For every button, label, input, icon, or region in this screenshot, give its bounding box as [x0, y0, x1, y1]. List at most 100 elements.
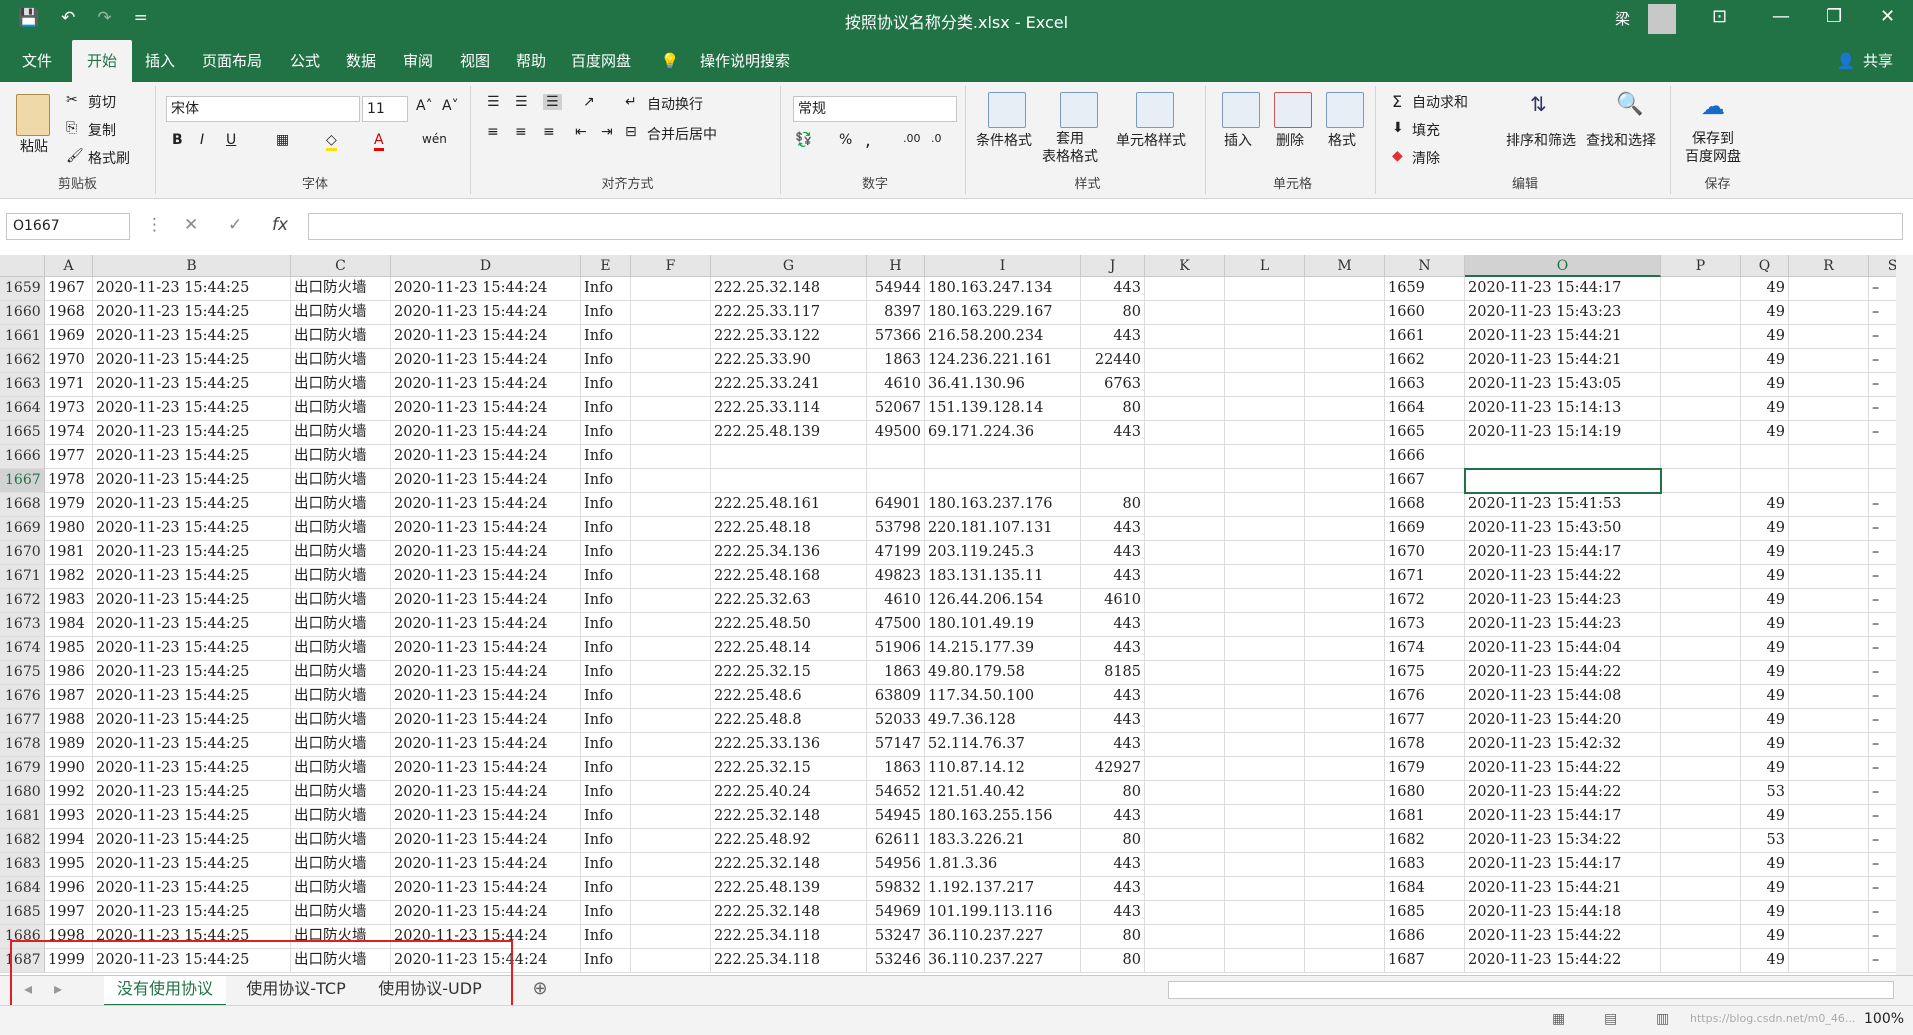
- cell-r[interactable]: [1789, 661, 1869, 685]
- cell-l[interactable]: [1225, 469, 1305, 493]
- cell-g[interactable]: 222.25.34.118: [711, 949, 867, 973]
- cell-q[interactable]: 49: [1741, 949, 1789, 973]
- column-header-p[interactable]: P: [1661, 255, 1741, 277]
- cell-e[interactable]: Info: [581, 589, 631, 613]
- cell-b[interactable]: 2020-11-23 15:44:25: [93, 781, 291, 805]
- cell-j[interactable]: 443: [1081, 517, 1145, 541]
- cell-b[interactable]: 2020-11-23 15:44:25: [93, 397, 291, 421]
- row-header[interactable]: 1684: [0, 877, 45, 901]
- cell-f[interactable]: [631, 397, 711, 421]
- cell-h[interactable]: 47500: [867, 613, 925, 637]
- cell-i[interactable]: 121.51.40.42: [925, 781, 1081, 805]
- cell-r[interactable]: [1789, 301, 1869, 325]
- cell-q[interactable]: 49: [1741, 517, 1789, 541]
- cell-n[interactable]: 1667: [1385, 469, 1465, 493]
- row-header[interactable]: 1679: [0, 757, 45, 781]
- cell-j[interactable]: 80: [1081, 925, 1145, 949]
- cell-i[interactable]: 183.3.226.21: [925, 829, 1081, 853]
- cell-k[interactable]: [1145, 661, 1225, 685]
- cell-b[interactable]: 2020-11-23 15:44:25: [93, 277, 291, 301]
- cell-a[interactable]: 1986: [45, 661, 93, 685]
- cell-f[interactable]: [631, 589, 711, 613]
- cell-a[interactable]: 1988: [45, 709, 93, 733]
- cell-g[interactable]: 222.25.48.92: [711, 829, 867, 853]
- cell-j[interactable]: 443: [1081, 733, 1145, 757]
- cell-l[interactable]: [1225, 613, 1305, 637]
- cell-j[interactable]: 4610: [1081, 589, 1145, 613]
- cell-i[interactable]: 180.101.49.19: [925, 613, 1081, 637]
- row-header[interactable]: 1680: [0, 781, 45, 805]
- cell-k[interactable]: [1145, 589, 1225, 613]
- cell-o[interactable]: 2020-11-23 15:44:22: [1465, 565, 1661, 589]
- cell-r[interactable]: [1789, 925, 1869, 949]
- cell-b[interactable]: 2020-11-23 15:44:25: [93, 757, 291, 781]
- cell-k[interactable]: [1145, 901, 1225, 925]
- cell-l[interactable]: [1225, 301, 1305, 325]
- cell-i[interactable]: 203.119.245.3: [925, 541, 1081, 565]
- cell-n[interactable]: 1664: [1385, 397, 1465, 421]
- cell-g[interactable]: 222.25.33.90: [711, 349, 867, 373]
- cell-q[interactable]: 49: [1741, 733, 1789, 757]
- cell-p[interactable]: [1661, 349, 1741, 373]
- cut-button[interactable]: 剪切: [88, 92, 116, 112]
- delete-cells-button[interactable]: 删除: [1276, 130, 1304, 150]
- cell-i[interactable]: 1.81.3.36: [925, 853, 1081, 877]
- cell-n[interactable]: 1679: [1385, 757, 1465, 781]
- format-cells-icon[interactable]: [1326, 92, 1364, 128]
- cell-k[interactable]: [1145, 949, 1225, 973]
- cell-e[interactable]: Info: [581, 637, 631, 661]
- cell-n[interactable]: 1685: [1385, 901, 1465, 925]
- cell-m[interactable]: [1305, 685, 1385, 709]
- cell-i[interactable]: 69.171.224.36: [925, 421, 1081, 445]
- cell-i[interactable]: 49.7.36.128: [925, 709, 1081, 733]
- row-header[interactable]: 1670: [0, 541, 45, 565]
- cell-l[interactable]: [1225, 493, 1305, 517]
- cell-o[interactable]: 2020-11-23 15:14:19: [1465, 421, 1661, 445]
- cell-q[interactable]: 49: [1741, 349, 1789, 373]
- cell-l[interactable]: [1225, 661, 1305, 685]
- tab-view[interactable]: 视图: [450, 40, 500, 82]
- cell-b[interactable]: 2020-11-23 15:44:25: [93, 613, 291, 637]
- cell-d[interactable]: 2020-11-23 15:44:24: [391, 781, 581, 805]
- cell-b[interactable]: 2020-11-23 15:44:25: [93, 469, 291, 493]
- cell-n[interactable]: 1677: [1385, 709, 1465, 733]
- cell-o[interactable]: 2020-11-23 15:44:23: [1465, 589, 1661, 613]
- cell-d[interactable]: 2020-11-23 15:44:24: [391, 829, 581, 853]
- cell-n[interactable]: 1666: [1385, 445, 1465, 469]
- cell-o[interactable]: 2020-11-23 15:44:18: [1465, 901, 1661, 925]
- increase-font-icon[interactable]: A˄: [416, 98, 433, 114]
- cell-c[interactable]: 出口防火墙: [291, 589, 391, 613]
- enter-icon[interactable]: ✓: [228, 215, 242, 235]
- column-header-m[interactable]: M: [1305, 255, 1385, 277]
- zoom-level[interactable]: 100%: [1864, 1011, 1904, 1027]
- cell-l[interactable]: [1225, 685, 1305, 709]
- column-header-i[interactable]: I: [925, 255, 1081, 277]
- cell-q[interactable]: 49: [1741, 301, 1789, 325]
- row-header[interactable]: 1674: [0, 637, 45, 661]
- cell-m[interactable]: [1305, 373, 1385, 397]
- decrease-font-icon[interactable]: A˅: [442, 98, 459, 114]
- cell-g[interactable]: 222.25.33.136: [711, 733, 867, 757]
- cell-b[interactable]: 2020-11-23 15:44:25: [93, 877, 291, 901]
- cell-c[interactable]: 出口防火墙: [291, 829, 391, 853]
- cell-l[interactable]: [1225, 445, 1305, 469]
- select-all-corner[interactable]: [0, 255, 45, 277]
- cell-g[interactable]: 222.25.32.63: [711, 589, 867, 613]
- cell-q[interactable]: 49: [1741, 901, 1789, 925]
- minimize-icon[interactable]: —: [1772, 6, 1790, 27]
- cell-g[interactable]: 222.25.48.14: [711, 637, 867, 661]
- cell-g[interactable]: 222.25.48.161: [711, 493, 867, 517]
- cell-k[interactable]: [1145, 877, 1225, 901]
- cell-f[interactable]: [631, 373, 711, 397]
- cell-l[interactable]: [1225, 637, 1305, 661]
- share-button[interactable]: 共享: [1858, 40, 1898, 82]
- spreadsheet-grid[interactable]: ABCDEFGHIJKLMNOPQRST165919672020-11-23 1…: [0, 255, 1913, 975]
- cell-d[interactable]: 2020-11-23 15:44:24: [391, 421, 581, 445]
- cell-h[interactable]: 53247: [867, 925, 925, 949]
- insert-cells-icon[interactable]: [1222, 92, 1260, 128]
- cell-j[interactable]: 443: [1081, 805, 1145, 829]
- cell-a[interactable]: 1987: [45, 685, 93, 709]
- cell-o[interactable]: 2020-11-23 15:44:22: [1465, 781, 1661, 805]
- cell-r[interactable]: [1789, 565, 1869, 589]
- cell-d[interactable]: 2020-11-23 15:44:24: [391, 685, 581, 709]
